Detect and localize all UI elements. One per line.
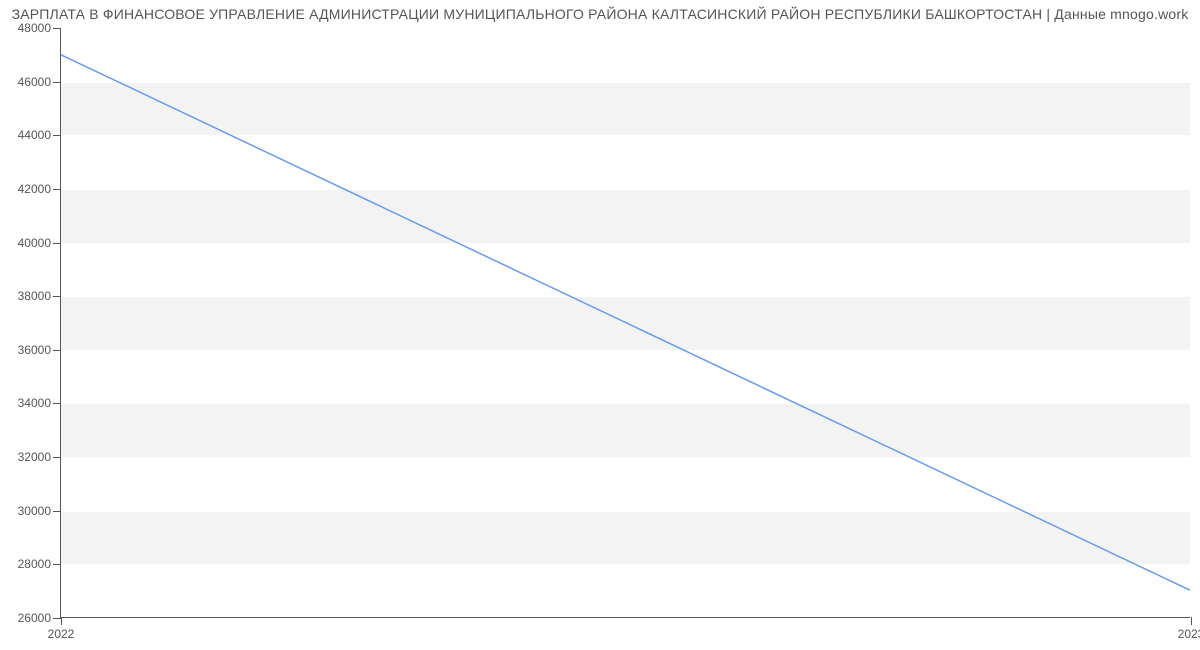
y-tick — [53, 618, 61, 619]
y-tick — [53, 28, 61, 29]
y-tick — [53, 403, 61, 404]
y-tick — [53, 296, 61, 297]
y-tick — [53, 243, 61, 244]
x-tick-label: 2023 — [1178, 627, 1200, 641]
y-tick — [53, 135, 61, 136]
y-tick-label: 26000 — [18, 611, 51, 625]
y-tick — [53, 82, 61, 83]
y-tick-label: 34000 — [18, 396, 51, 410]
chart-container: ЗАРПЛАТА В ФИНАНСОВОЕ УПРАВЛЕНИЕ АДМИНИС… — [0, 0, 1200, 650]
x-tick — [1191, 617, 1192, 625]
y-tick-label: 38000 — [18, 289, 51, 303]
y-tick — [53, 511, 61, 512]
chart-svg — [61, 28, 1190, 617]
y-tick — [53, 457, 61, 458]
y-tick — [53, 189, 61, 190]
y-tick-label: 36000 — [18, 343, 51, 357]
y-tick-label: 46000 — [18, 75, 51, 89]
y-tick-label: 44000 — [18, 128, 51, 142]
y-tick — [53, 350, 61, 351]
x-tick-label: 2022 — [48, 627, 75, 641]
y-tick-label: 30000 — [18, 504, 51, 518]
chart-title: ЗАРПЛАТА В ФИНАНСОВОЕ УПРАВЛЕНИЕ АДМИНИС… — [0, 6, 1200, 22]
y-tick-label: 28000 — [18, 557, 51, 571]
y-tick-label: 48000 — [18, 21, 51, 35]
y-tick — [53, 564, 61, 565]
y-tick-label: 42000 — [18, 182, 51, 196]
y-tick-label: 32000 — [18, 450, 51, 464]
x-tick — [61, 617, 62, 625]
y-tick-label: 40000 — [18, 236, 51, 250]
series-line — [61, 55, 1190, 590]
plot-area: 2600028000300003200034000360003800040000… — [60, 28, 1190, 618]
grid-line — [61, 618, 1190, 619]
